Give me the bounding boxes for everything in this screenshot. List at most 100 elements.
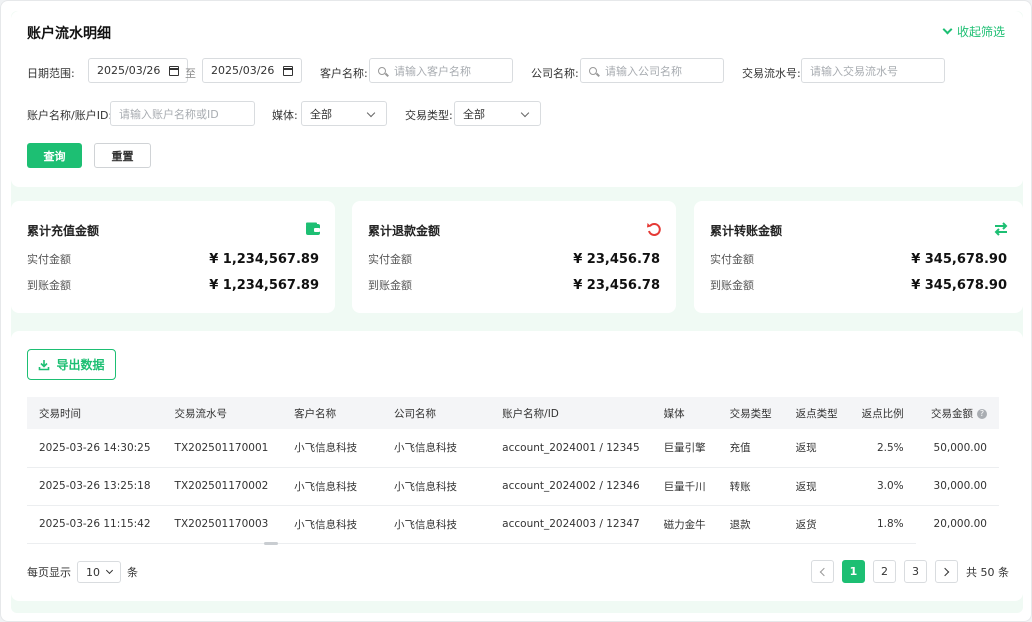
date-from-input[interactable]: 2025/03/26 xyxy=(88,58,188,83)
received-amount-value: ¥ 1,234,567.89 xyxy=(209,277,319,293)
cell-rebate-type: 返现 xyxy=(783,429,850,468)
prev-page-button[interactable] xyxy=(811,560,834,583)
page-button-3[interactable]: 3 xyxy=(904,560,927,583)
pagination: 1 2 3 共 50 条 xyxy=(811,560,1009,583)
cell-customer: 小飞信息科技 xyxy=(282,505,382,544)
paid-amount-label: 实付金额 xyxy=(368,253,412,266)
page-title: 账户流水明细 xyxy=(27,26,111,42)
search-icon xyxy=(589,66,597,75)
wallet-icon xyxy=(306,222,320,235)
cell-customer: 小飞信息科技 xyxy=(282,429,382,468)
help-icon[interactable]: ? xyxy=(977,408,987,419)
paid-amount-value: ¥ 1,234,567.89 xyxy=(209,251,319,267)
date-to-value: 2025/03/26 xyxy=(211,64,275,77)
received-amount-value: ¥ 345,678.90 xyxy=(911,277,1007,293)
customer-name-input[interactable]: 请输入客户名称 xyxy=(369,58,513,83)
company-name-placeholder: 请输入公司名称 xyxy=(605,64,682,78)
cell-txn-id: TX202501170002 xyxy=(162,467,283,506)
chevron-down-icon xyxy=(942,24,953,35)
paid-amount-value: ¥ 23,456.78 xyxy=(573,251,660,267)
cell-rebate-type: 返现 xyxy=(783,467,850,506)
customer-name-label: 客户名称: xyxy=(320,67,368,80)
transaction-type-label: 交易类型: xyxy=(405,109,453,122)
column-header-amount: 交易金额? xyxy=(915,397,999,429)
chevron-down-icon xyxy=(520,108,530,118)
cell-amount: 50,000.00 xyxy=(915,429,999,468)
column-header: 交易流水号 xyxy=(162,397,283,429)
date-from-value: 2025/03/26 xyxy=(97,64,161,77)
paid-amount-label: 实付金额 xyxy=(27,253,71,266)
paid-amount-label: 实付金额 xyxy=(710,253,754,266)
account-label: 账户名称/账户ID: xyxy=(27,109,113,122)
transfer-icon xyxy=(994,222,1008,236)
cell-rebate-ratio: 1.8% xyxy=(849,505,916,544)
per-page-unit: 条 xyxy=(127,566,138,579)
media-select[interactable]: 全部 xyxy=(301,101,387,126)
page-size-control: 每页显示 10 条 xyxy=(27,561,138,583)
date-separator: 至 xyxy=(185,67,196,80)
stat-card-transfer: 累计转账金额 实付金额 ¥ 345,678.90 到账金额 ¥ 345,678.… xyxy=(694,201,1023,313)
column-header: 公司名称 xyxy=(381,397,491,429)
account-input[interactable]: 请输入账户名称或ID xyxy=(110,101,255,126)
transaction-id-input[interactable]: 请输入交易流水号 xyxy=(801,58,945,83)
download-icon xyxy=(39,359,50,370)
stat-card-refund: 累计退款金额 实付金额 ¥ 23,456.78 到账金额 ¥ 23,456.78 xyxy=(352,201,676,313)
column-header: 交易时间 xyxy=(27,397,163,429)
page-button-1[interactable]: 1 xyxy=(842,560,865,583)
collapse-filter-button[interactable]: 收起筛选 xyxy=(942,23,1005,40)
company-name-input[interactable]: 请输入公司名称 xyxy=(580,58,724,83)
media-label: 媒体: xyxy=(272,109,298,122)
next-page-button[interactable] xyxy=(935,560,958,583)
filter-panel: 账户流水明细 收起筛选 日期范围: 2025/03/26 至 2025/03/2… xyxy=(11,11,1023,187)
column-header-label: 交易金额 xyxy=(931,407,973,420)
cell-rebate-type: 返货 xyxy=(783,505,850,544)
stat-card-recharge: 累计充值金额 实付金额 ¥ 1,234,567.89 到账金额 ¥ 1,234,… xyxy=(11,201,335,313)
column-header: 返点比例 xyxy=(849,397,916,429)
cell-account: account_2024003 / 12347 xyxy=(490,505,652,544)
column-header: 客户名称 xyxy=(282,397,382,429)
cell-txn-id: TX202501170001 xyxy=(162,429,283,468)
paid-amount-value: ¥ 345,678.90 xyxy=(911,251,1007,267)
cell-type: 转账 xyxy=(717,467,784,506)
chevron-right-icon xyxy=(940,567,950,576)
stat-title: 累计转账金额 xyxy=(710,224,783,238)
column-header: 返点类型 xyxy=(783,397,850,429)
column-header: 账户名称/ID xyxy=(490,397,652,429)
cell-company: 小飞信息科技 xyxy=(381,467,491,506)
cell-amount: 30,000.00 xyxy=(915,467,999,506)
transactions-panel: 导出数据 交易时间 交易流水号 客户名称 公司名称 账户名称/ID 媒体 交易类… xyxy=(11,331,1023,601)
transaction-id-label: 交易流水号: xyxy=(742,67,801,80)
cell-time: 2025-03-26 13:25:18 xyxy=(27,467,163,506)
export-data-button[interactable]: 导出数据 xyxy=(27,349,116,380)
received-amount-value: ¥ 23,456.78 xyxy=(573,277,660,293)
cell-media: 巨量千川 xyxy=(651,467,718,506)
cell-time: 2025-03-26 14:30:25 xyxy=(27,429,163,468)
table-row: 2025-03-26 11:15:42 TX202501170003 小飞信息科… xyxy=(27,505,999,544)
date-to-input[interactable]: 2025/03/26 xyxy=(202,58,302,83)
cell-account: account_2024002 / 12346 xyxy=(490,467,652,506)
transaction-id-placeholder: 请输入交易流水号 xyxy=(810,64,898,78)
cell-time: 2025-03-26 11:15:42 xyxy=(27,505,163,544)
reset-button[interactable]: 重置 xyxy=(94,143,151,168)
cell-type: 充值 xyxy=(717,429,784,468)
table-row: 2025-03-26 13:25:18 TX202501170002 小飞信息科… xyxy=(27,467,999,506)
media-select-value: 全部 xyxy=(310,107,332,121)
date-range-label: 日期范围: xyxy=(27,67,75,80)
transaction-type-select[interactable]: 全部 xyxy=(454,101,541,126)
page-button-2[interactable]: 2 xyxy=(873,560,896,583)
chevron-down-icon xyxy=(366,108,376,118)
page-size-select[interactable]: 10 xyxy=(77,561,121,583)
table-header-row: 交易时间 交易流水号 客户名称 公司名称 账户名称/ID 媒体 交易类型 返点类… xyxy=(27,397,999,429)
cell-company: 小飞信息科技 xyxy=(381,505,491,544)
cell-type: 退款 xyxy=(717,505,784,544)
calendar-icon xyxy=(283,66,293,76)
window-frame: 账户流水明细 收起筛选 日期范围: 2025/03/26 至 2025/03/2… xyxy=(0,0,1032,622)
query-button[interactable]: 查询 xyxy=(27,143,82,168)
page-canvas: 账户流水明细 收起筛选 日期范围: 2025/03/26 至 2025/03/2… xyxy=(11,11,1023,613)
company-name-label: 公司名称: xyxy=(531,67,579,80)
stat-title: 累计充值金额 xyxy=(27,224,100,238)
per-page-label: 每页显示 xyxy=(27,566,71,579)
cell-account: account_2024001 / 12345 xyxy=(490,429,652,468)
horizontal-scrollbar[interactable] xyxy=(264,542,278,545)
collapse-filter-label: 收起筛选 xyxy=(956,25,1005,39)
